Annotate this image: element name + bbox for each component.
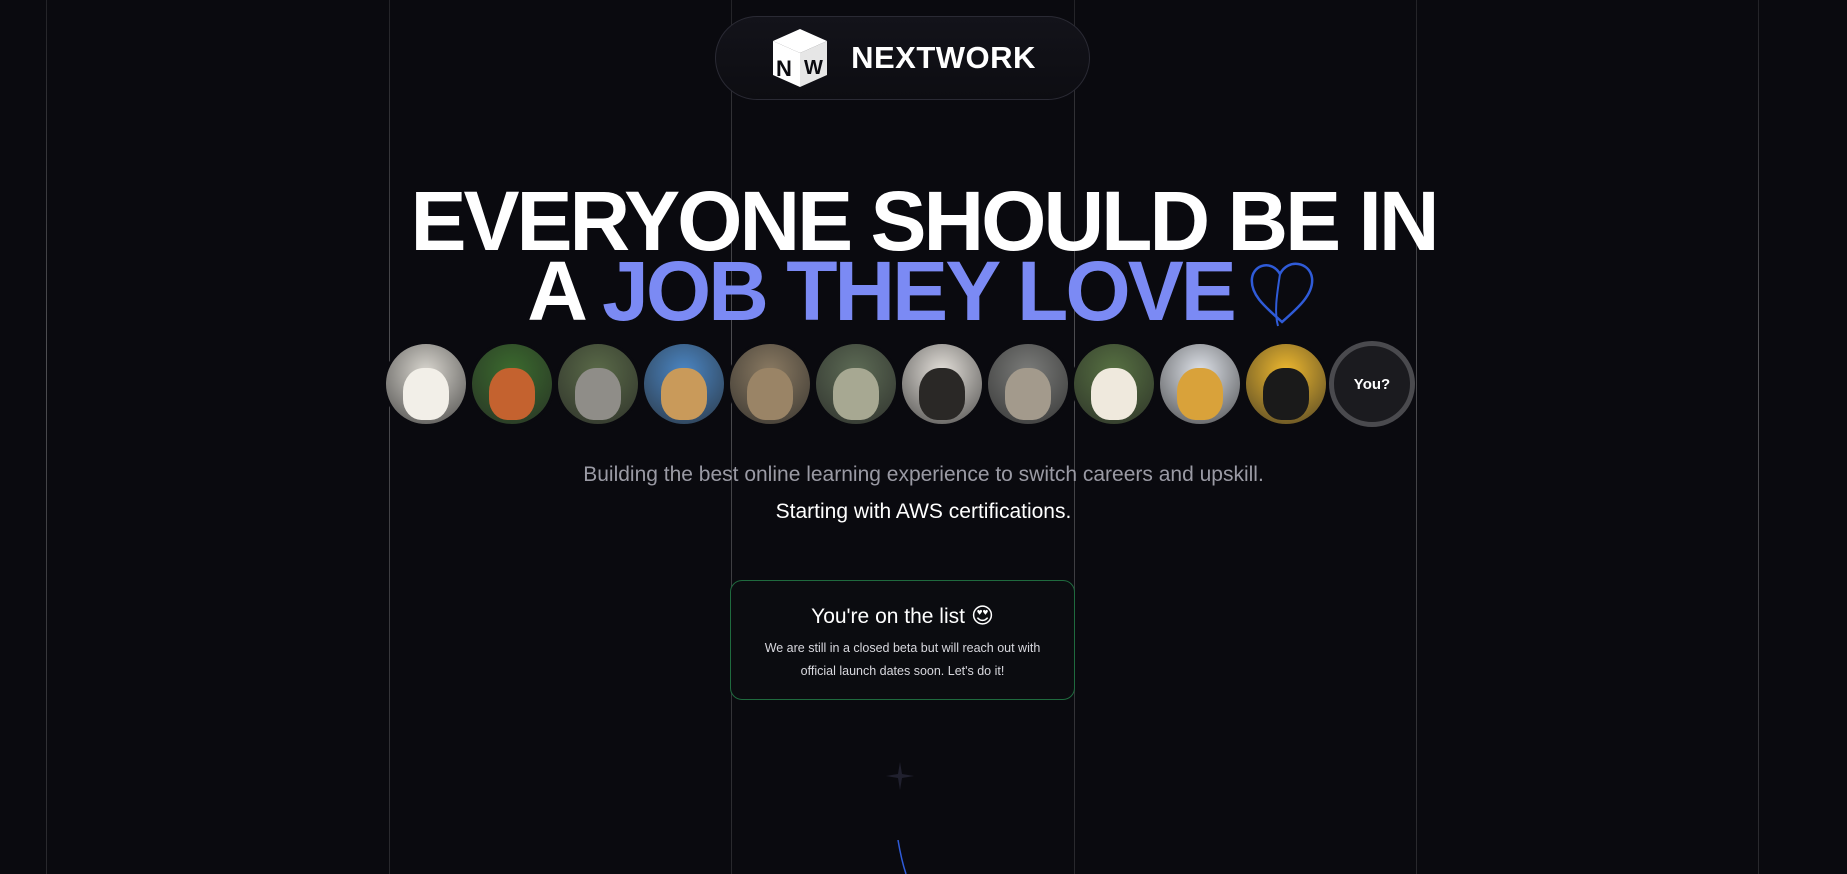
avatar-figure — [919, 368, 965, 420]
avatar-figure — [575, 368, 621, 420]
grid-line — [1074, 0, 1075, 874]
avatar-figure — [833, 368, 879, 420]
avatar-figure — [1263, 368, 1309, 420]
avatar-pug-glasses — [899, 341, 985, 427]
heart-outline-icon — [1250, 262, 1314, 327]
avatar-giraffe — [641, 341, 727, 427]
hero-subtitle: Building the best online learning experi… — [583, 463, 1264, 486]
avatar-cat — [727, 341, 813, 427]
avatar-figure — [1091, 368, 1137, 420]
grid-line — [731, 0, 732, 874]
avatar-you[interactable]: You? — [1329, 341, 1415, 427]
svg-text:N: N — [776, 56, 792, 81]
hero-subtitle-emphasis: Starting with AWS certifications. — [775, 500, 1072, 523]
brand-name: NEXTWORK — [851, 40, 1036, 75]
grid-line — [389, 0, 390, 874]
avatar-figure — [489, 368, 535, 420]
avatar-figure — [403, 368, 449, 420]
card-title: You're on the list 😍 — [731, 603, 1074, 629]
waitlist-confirmation-card: You're on the list 😍 We are still in a cl… — [730, 580, 1075, 700]
headline-accent: JOB THEY LOVE — [602, 244, 1237, 338]
avatar-black-pug — [1243, 341, 1329, 427]
avatar-row: You? — [383, 341, 1415, 427]
avatar-llama — [1071, 341, 1157, 427]
brand-logo[interactable]: N W NEXTWORK — [715, 16, 1090, 100]
headline-prefix: A — [527, 244, 585, 338]
avatar-koala — [555, 341, 641, 427]
cube-logo-icon: N W — [773, 29, 828, 87]
svg-text:W: W — [804, 57, 823, 79]
avatar-squirrel — [469, 341, 555, 427]
avatar-fluffy-pug — [383, 341, 469, 427]
card-title-text: You're on the list — [811, 605, 965, 628]
decorative-curve — [897, 840, 907, 874]
avatar-figure — [661, 368, 707, 420]
card-body: We are still in a closed beta but will r… — [764, 641, 1041, 678]
hero-headline-line2: A JOB THEY LOVE — [0, 249, 1847, 336]
avatar-seal — [985, 341, 1071, 427]
grid-line — [1416, 0, 1417, 874]
avatar-figure — [747, 368, 793, 420]
avatar-figure — [1005, 368, 1051, 420]
avatar-blanket-creature — [813, 341, 899, 427]
avatar-pineapple — [1157, 341, 1243, 427]
grid-line — [1758, 0, 1759, 874]
heart-eyes-emoji-icon: 😍 — [970, 603, 994, 628]
avatar-figure — [1177, 368, 1223, 420]
grid-line — [46, 0, 47, 874]
sparkle-icon — [886, 762, 914, 790]
